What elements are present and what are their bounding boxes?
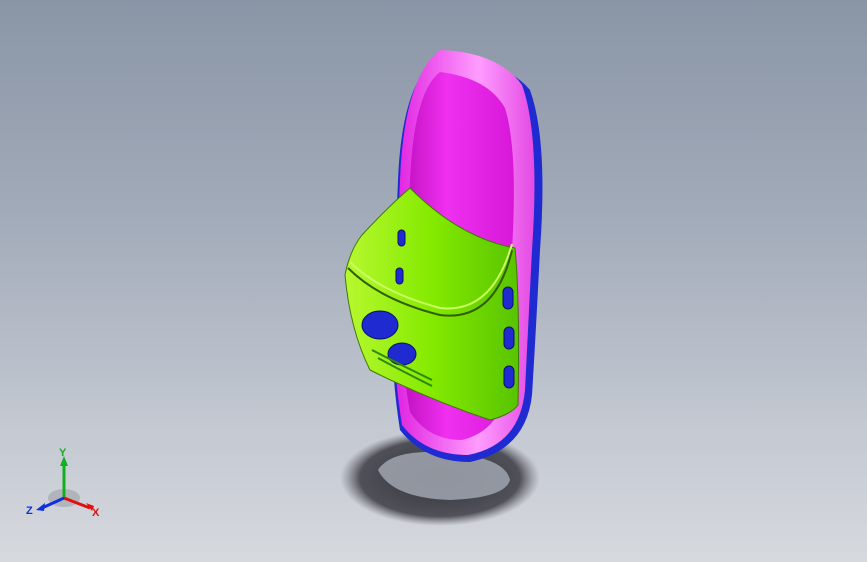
z-axis-label: Z — [26, 505, 33, 517]
y-axis-label: Y — [59, 448, 67, 459]
graphics-viewport[interactable]: Y X Z — [0, 0, 867, 562]
view-orientation-triad[interactable]: Y X Z — [22, 448, 106, 522]
x-axis-label: X — [92, 507, 100, 519]
z-axis-arrow — [36, 503, 45, 511]
slipper-model[interactable] — [0, 0, 867, 562]
